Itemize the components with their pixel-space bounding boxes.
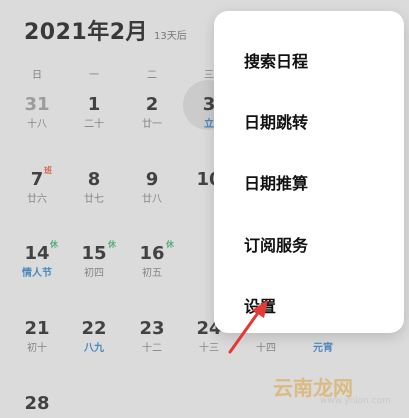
menu-item-date-calculate[interactable]: 日期推算	[244, 169, 384, 199]
menu-item-subscription[interactable]: 订阅服务	[244, 231, 384, 261]
menu-item-date-jump[interactable]: 日期跳转	[244, 108, 384, 138]
annotation-arrow-icon	[228, 300, 268, 354]
overflow-menu: 搜索日程 日期跳转 日期推算 订阅服务 设置	[214, 11, 404, 333]
watermark-url: www.ynlon.com	[320, 396, 391, 406]
menu-item-search-schedule[interactable]: 搜索日程	[244, 47, 384, 77]
